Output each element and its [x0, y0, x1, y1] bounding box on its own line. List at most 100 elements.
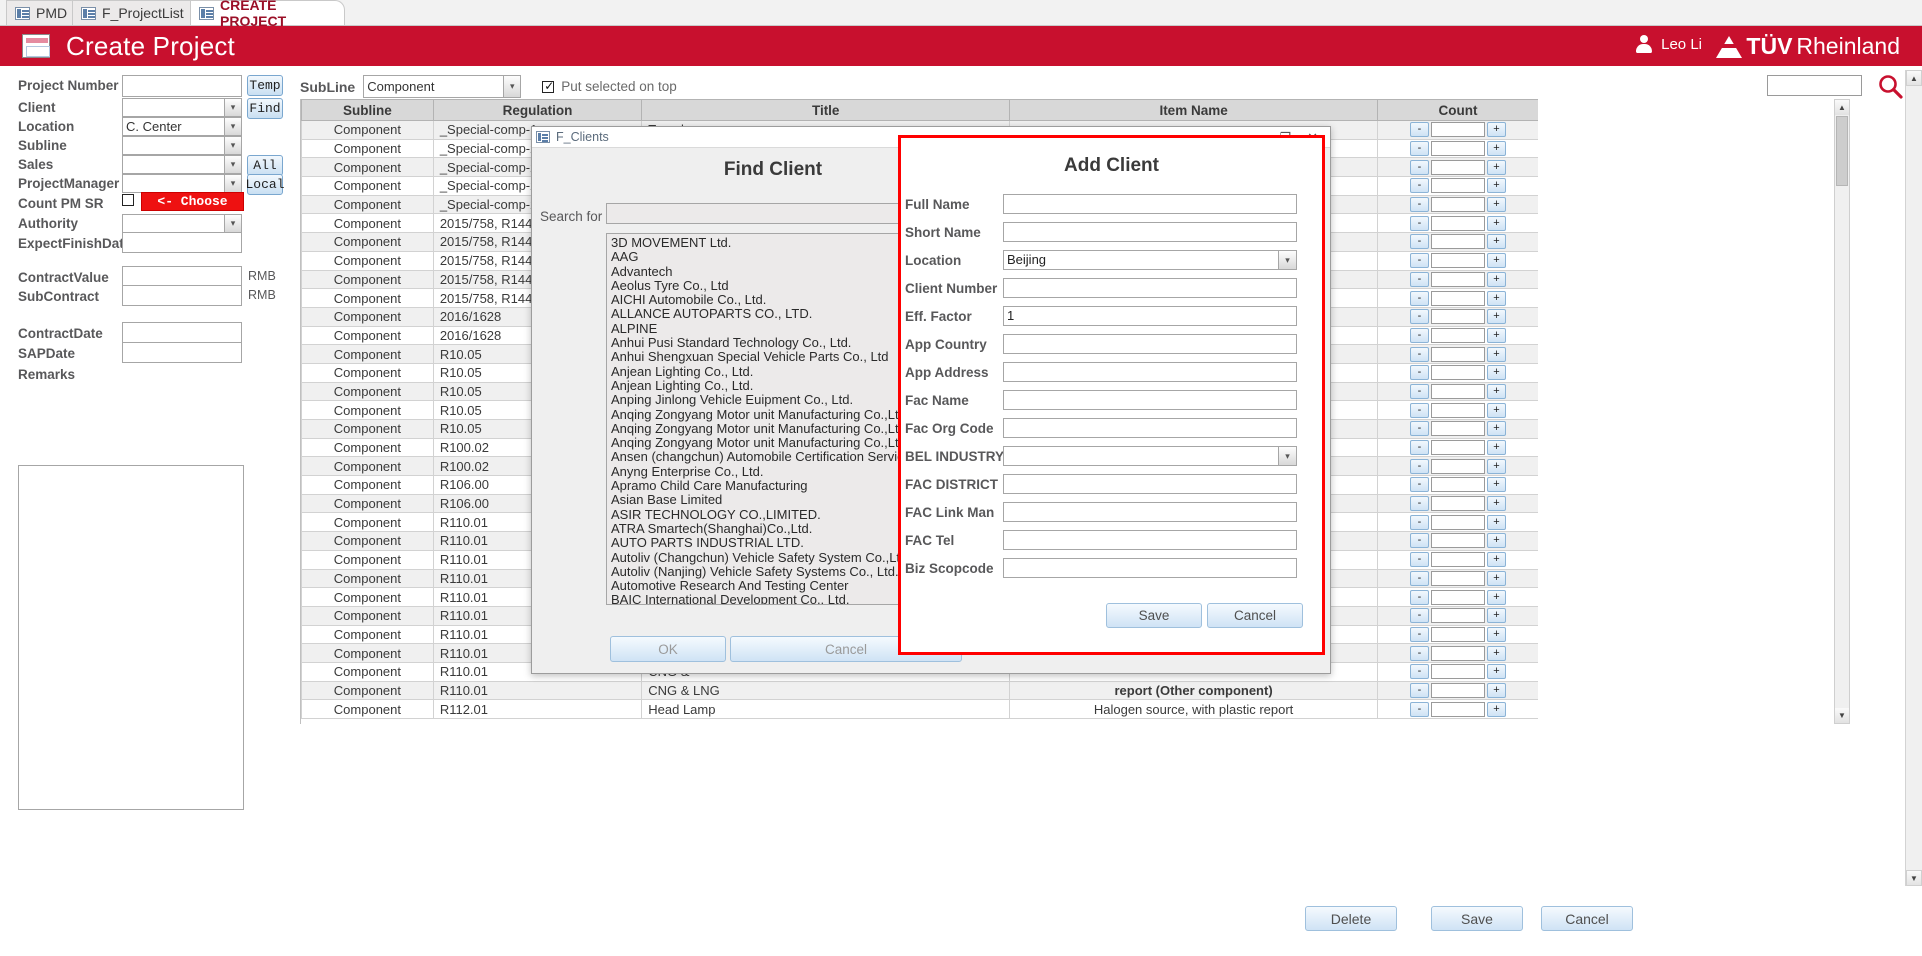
scroll-up-icon[interactable]: ▲ — [1835, 100, 1849, 115]
remarks-textarea[interactable] — [18, 465, 244, 810]
count-input[interactable] — [1431, 664, 1485, 680]
count-plus-button[interactable]: + — [1487, 701, 1506, 717]
scroll-thumb[interactable] — [1836, 116, 1848, 186]
count-plus-button[interactable]: + — [1487, 477, 1506, 493]
count-plus-button[interactable]: + — [1487, 290, 1506, 306]
col-subline[interactable]: Subline — [301, 99, 434, 121]
project-number-input[interactable] — [122, 75, 242, 97]
cell-count[interactable]: - + — [1377, 493, 1538, 514]
count-minus-button[interactable]: - — [1410, 514, 1429, 530]
add-client-input-full-name[interactable] — [1003, 194, 1297, 214]
count-input[interactable] — [1431, 533, 1485, 549]
cell-count[interactable]: - + — [1377, 699, 1538, 719]
count-input[interactable] — [1431, 458, 1485, 474]
count-input[interactable] — [1431, 346, 1485, 362]
location-select[interactable]: C. Center ▾ — [122, 117, 242, 136]
count-input[interactable] — [1431, 608, 1485, 624]
count-input[interactable] — [1431, 514, 1485, 530]
count-input[interactable] — [1431, 159, 1485, 175]
cell-count[interactable]: - + — [1377, 680, 1538, 701]
cell-count[interactable]: - + — [1377, 661, 1538, 682]
count-plus-button[interactable]: + — [1487, 421, 1506, 437]
add-client-input-fac-district[interactable] — [1003, 474, 1297, 494]
count-plus-button[interactable]: + — [1487, 383, 1506, 399]
count-minus-button[interactable]: - — [1410, 477, 1429, 493]
count-minus-button[interactable]: - — [1410, 309, 1429, 325]
count-input[interactable] — [1431, 178, 1485, 194]
col-title[interactable]: Title — [641, 99, 1011, 121]
put-on-top-checkbox[interactable]: ✓ — [542, 80, 554, 93]
cell-count[interactable]: - + — [1377, 213, 1538, 234]
count-plus-button[interactable]: + — [1487, 664, 1506, 680]
count-minus-button[interactable]: - — [1410, 234, 1429, 250]
count-minus-button[interactable]: - — [1410, 552, 1429, 568]
count-input[interactable] — [1431, 552, 1485, 568]
count-minus-button[interactable]: - — [1410, 458, 1429, 474]
subline-select[interactable]: ▾ — [122, 136, 242, 155]
project-manager-select[interactable]: ▾ — [122, 174, 242, 193]
count-input[interactable] — [1431, 682, 1485, 698]
count-input[interactable] — [1431, 271, 1485, 287]
cell-count[interactable]: - + — [1377, 624, 1538, 645]
cell-count[interactable]: - + — [1377, 456, 1538, 477]
client-select[interactable]: ▾ — [122, 98, 242, 117]
count-plus-button[interactable]: + — [1487, 645, 1506, 661]
find-button[interactable]: Find — [247, 98, 283, 119]
save-button[interactable]: Save — [1431, 906, 1523, 931]
add-client-input-short-name[interactable] — [1003, 222, 1297, 242]
add-client-select-location[interactable]: Beijing ▾ — [1003, 250, 1297, 270]
count-minus-button[interactable]: - — [1410, 271, 1429, 287]
subline-filter-select[interactable]: Component ▾ — [363, 75, 522, 98]
cell-count[interactable]: - + — [1377, 138, 1538, 159]
cell-count[interactable]: - + — [1377, 381, 1538, 402]
add-client-input-app-address[interactable] — [1003, 362, 1297, 382]
count-pm-sr-checkbox[interactable] — [122, 194, 134, 206]
count-minus-button[interactable]: - — [1410, 346, 1429, 362]
count-minus-button[interactable]: - — [1410, 327, 1429, 343]
cell-count[interactable]: - + — [1377, 587, 1538, 607]
cell-count[interactable]: - + — [1377, 120, 1538, 140]
add-client-input-fac-org-code[interactable] — [1003, 418, 1297, 438]
cell-count[interactable]: - + — [1377, 176, 1538, 196]
col-count[interactable]: Count — [1377, 99, 1538, 121]
count-input[interactable] — [1431, 234, 1485, 250]
cancel-button[interactable]: Cancel — [1541, 906, 1633, 931]
count-minus-button[interactable]: - — [1410, 402, 1429, 418]
cell-count[interactable]: - + — [1377, 362, 1538, 383]
all-button[interactable]: All — [247, 155, 283, 176]
cell-count[interactable]: - + — [1377, 157, 1538, 178]
count-input[interactable] — [1431, 253, 1485, 269]
count-plus-button[interactable]: + — [1487, 346, 1506, 362]
tab-create-project[interactable]: CREATE PROJECT — [190, 0, 345, 29]
cell-count[interactable]: - + — [1377, 250, 1538, 271]
count-minus-button[interactable]: - — [1410, 608, 1429, 624]
count-input[interactable] — [1431, 327, 1485, 343]
delete-button[interactable]: Delete — [1305, 906, 1397, 931]
add-client-cancel-button[interactable]: Cancel — [1207, 603, 1303, 628]
count-minus-button[interactable]: - — [1410, 197, 1429, 213]
count-plus-button[interactable]: + — [1487, 440, 1506, 456]
add-client-save-button[interactable]: Save — [1106, 603, 1202, 628]
cell-count[interactable]: - + — [1377, 306, 1538, 327]
count-plus-button[interactable]: + — [1487, 271, 1506, 287]
count-input[interactable] — [1431, 477, 1485, 493]
count-minus-button[interactable]: - — [1410, 496, 1429, 512]
count-minus-button[interactable]: - — [1410, 682, 1429, 698]
user-badge[interactable]: Leo Li — [1635, 35, 1702, 54]
add-client-input-eff-factor[interactable]: 1 — [1003, 306, 1297, 326]
add-client-input-fac-name[interactable] — [1003, 390, 1297, 410]
count-input[interactable] — [1431, 215, 1485, 231]
count-input[interactable] — [1431, 290, 1485, 306]
count-input[interactable] — [1431, 383, 1485, 399]
count-minus-button[interactable]: - — [1410, 626, 1429, 642]
window-scrollbar[interactable]: ▲ ▼ — [1905, 70, 1922, 886]
scroll-down-icon[interactable]: ▼ — [1906, 870, 1922, 886]
count-plus-button[interactable]: + — [1487, 365, 1506, 381]
sap-date-input[interactable] — [122, 342, 242, 363]
count-minus-button[interactable]: - — [1410, 533, 1429, 549]
cell-item-name[interactable]: report (Other component) — [1009, 680, 1379, 701]
scroll-down-icon[interactable]: ▼ — [1835, 708, 1849, 723]
cell-count[interactable]: - + — [1377, 288, 1538, 308]
cell-count[interactable]: - + — [1377, 325, 1538, 346]
col-item-name[interactable]: Item Name — [1009, 99, 1379, 121]
